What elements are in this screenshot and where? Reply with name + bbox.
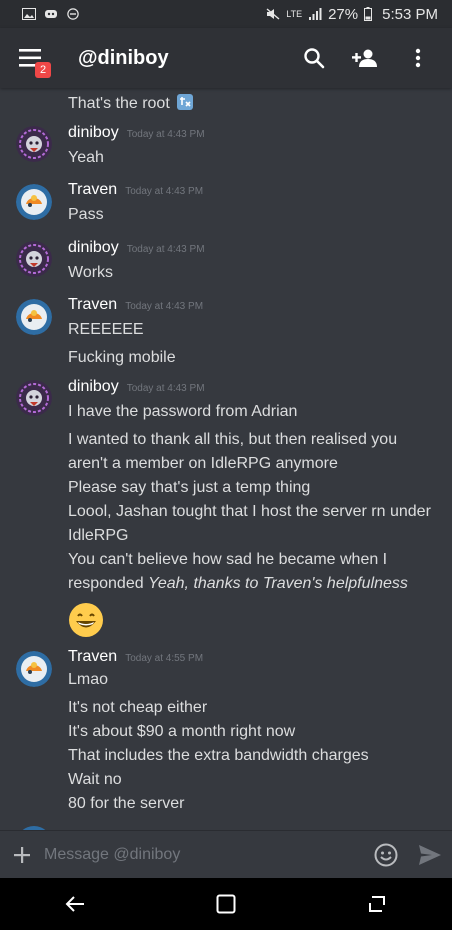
more-icon [415, 48, 421, 68]
home-square-icon [216, 894, 236, 914]
avatar[interactable] [16, 299, 52, 335]
message-text: aren't a member on IdleRPG anymore [68, 455, 338, 472]
status-bar: LTE 27% 5:53 PM [0, 0, 452, 28]
message-text: responded [68, 575, 149, 592]
message-text: Wait no [68, 771, 122, 788]
status-right: LTE 27% 5:53 PM [266, 6, 438, 23]
search-button[interactable] [288, 28, 340, 88]
emoji-button[interactable] [364, 831, 408, 879]
message-header: diniboy Today at 4:43 PM [68, 239, 205, 257]
message-composer [0, 830, 452, 879]
message-text: Works [68, 264, 114, 281]
message-text: Yeah [68, 149, 104, 166]
timestamp: Today at 4:55 PM [125, 653, 204, 664]
italic-text: Yeah, thanks to Traven's helpfulness [148, 575, 408, 592]
status-left [22, 8, 80, 20]
send-button[interactable] [408, 831, 452, 879]
add-friend-icon [352, 49, 377, 67]
battery-icon [364, 7, 373, 21]
signal-icon [309, 8, 322, 20]
author-name[interactable]: Traven [68, 181, 117, 199]
message-header: Traven Today at 4:55 PM [68, 648, 203, 666]
message-text: I have the password from Adrian [68, 403, 298, 420]
message-text: REEEEEE [68, 321, 144, 338]
timestamp: Today at 4:43 PM [126, 129, 205, 140]
diniboy-avatar-icon [16, 241, 52, 277]
message-text: 80 for the server [68, 795, 185, 812]
diniboy-avatar-icon [16, 126, 52, 162]
smiley-icon [374, 843, 398, 866]
header-actions [288, 28, 444, 88]
diniboy-avatar-icon [16, 380, 52, 416]
author-name[interactable]: diniboy [68, 124, 119, 142]
send-icon [419, 844, 441, 865]
avatar[interactable] [16, 651, 52, 687]
author-name[interactable]: Traven [68, 648, 117, 666]
timestamp: Today at 4:43 PM [126, 383, 205, 394]
add-friend-button[interactable] [340, 28, 392, 88]
message-text: It's about $90 a month right now [68, 723, 296, 740]
message-text: It's not cheap either [68, 699, 208, 716]
message-text: Loool, Jashan tought that I host the ser… [68, 503, 431, 520]
app-header: 2 @diniboy [0, 28, 452, 88]
status-time: 5:53 PM [382, 5, 438, 23]
timestamp: Today at 4:43 PM [125, 186, 204, 197]
search-icon [304, 48, 325, 69]
avatar[interactable] [16, 184, 52, 220]
message-text: Lmao [68, 671, 109, 688]
author-name[interactable]: diniboy [68, 378, 119, 396]
message-text: Fucking mobile [68, 349, 176, 366]
recents-button[interactable] [347, 878, 407, 930]
menu-button[interactable]: 2 [0, 28, 60, 88]
message-input[interactable] [44, 830, 364, 879]
notification-badge: 2 [35, 62, 51, 78]
message-text: That includes the extra bandwidth charge… [68, 747, 369, 764]
plus-icon [14, 846, 30, 863]
more-options-button[interactable] [392, 28, 444, 88]
message-header: Traven Today at 4:43 PM [68, 181, 203, 199]
message-list[interactable]: That's the root diniboy Today at 4:43 PM… [0, 88, 452, 830]
mute-icon [266, 8, 280, 20]
message-text: Please say that's just a temp thing [68, 479, 311, 496]
back-arrow-icon [65, 896, 85, 912]
author-name[interactable]: Traven [68, 296, 117, 314]
message-header: Traven Today at 4:43 PM [68, 296, 203, 314]
message-line: responded Yeah, thanks to Traven's helpf… [68, 572, 438, 596]
battery-percent: 27% [328, 5, 359, 23]
message-header: diniboy Today at 4:43 PM [68, 378, 205, 396]
recents-icon [368, 896, 385, 912]
message-text: Pass [68, 206, 104, 223]
page-title: @diniboy [78, 46, 169, 69]
traven-avatar-icon [16, 184, 52, 220]
network-type: LTE [286, 9, 303, 19]
home-button[interactable] [196, 878, 256, 930]
message-line: That's the root [68, 92, 438, 116]
discord-notify-icon [45, 10, 57, 18]
message-text: IdleRPG [68, 527, 129, 544]
message-text: That's the root [68, 95, 170, 112]
back-button[interactable] [45, 878, 105, 930]
message-header: diniboy Today at 4:43 PM [68, 124, 205, 142]
author-name[interactable]: diniboy [68, 239, 119, 257]
timestamp: Today at 4:43 PM [126, 244, 205, 255]
avatar[interactable] [16, 126, 52, 162]
message-text: You can't believe how sad he became when… [68, 551, 388, 568]
system-nav-bar [0, 878, 452, 930]
timestamp: Today at 4:43 PM [125, 301, 204, 312]
dnd-icon [67, 8, 79, 20]
avatar[interactable] [16, 380, 52, 416]
gallery-icon [22, 8, 36, 20]
traven-avatar-icon [16, 651, 52, 687]
avatar[interactable] [16, 241, 52, 277]
message-text: I wanted to thank all this, but then rea… [68, 431, 398, 448]
emoji-icon [177, 94, 194, 110]
traven-avatar-icon [16, 299, 52, 335]
grinning-emoji-icon [69, 603, 103, 637]
attach-button[interactable] [0, 831, 44, 879]
